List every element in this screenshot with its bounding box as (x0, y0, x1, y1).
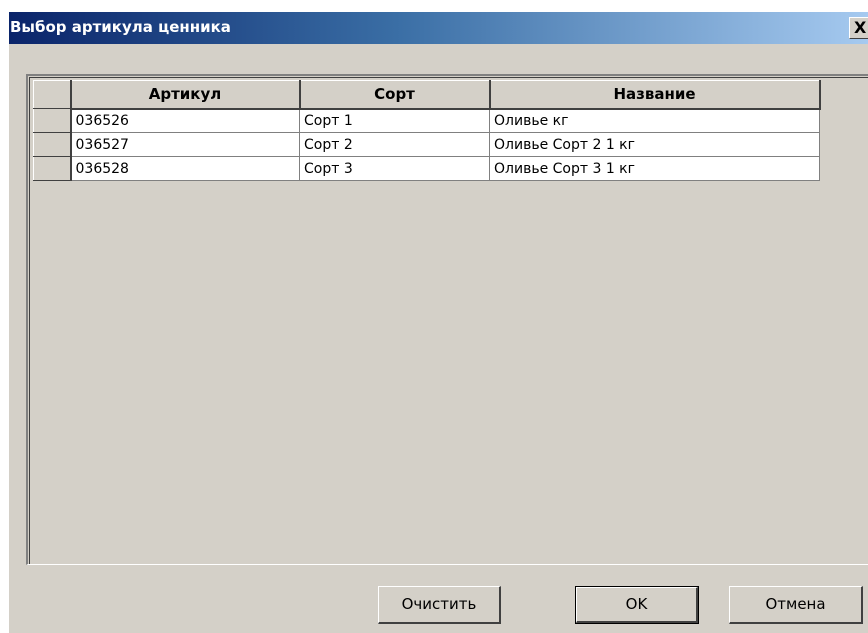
table-row[interactable]: 036527 Сорт 2 Оливье Сорт 2 1 кг (33, 132, 820, 157)
article-grid[interactable]: Артикул Сорт Название 036526 Сорт 1 Олив… (26, 74, 868, 565)
cell-name[interactable]: Оливье Сорт 2 1 кг (489, 132, 820, 157)
title-bar[interactable]: Выбор артикула ценника X (9, 12, 868, 44)
article-table[interactable]: Артикул Сорт Название 036526 Сорт 1 Олив… (33, 80, 821, 181)
table-header-row: Артикул Сорт Название (33, 80, 821, 110)
row-indicator[interactable] (33, 108, 72, 133)
cancel-button[interactable]: Отмена (729, 586, 863, 624)
cell-article[interactable]: 036528 (70, 156, 300, 181)
cell-article[interactable]: 036526 (70, 108, 300, 133)
ok-button-label: OK (576, 587, 698, 623)
cell-grade[interactable]: Сорт 3 (299, 156, 490, 181)
cell-name[interactable]: Оливье Сорт 3 1 кг (489, 156, 820, 181)
cell-grade[interactable]: Сорт 2 (299, 132, 490, 157)
column-header-name[interactable]: Название (489, 80, 821, 110)
clear-button[interactable]: Очистить (378, 586, 501, 624)
column-header-grade[interactable]: Сорт (299, 80, 491, 110)
column-header-article[interactable]: Артикул (70, 80, 301, 110)
row-indicator[interactable] (33, 156, 72, 181)
cell-name[interactable]: Оливье кг (489, 108, 820, 133)
ok-button[interactable]: OK (575, 586, 699, 624)
article-select-dialog: Выбор артикула ценника X Артикул Сорт На… (8, 11, 868, 633)
header-indicator-cell[interactable] (33, 80, 72, 109)
table-row[interactable]: 036526 Сорт 1 Оливье кг (33, 108, 820, 133)
row-indicator[interactable] (33, 132, 72, 157)
cell-grade[interactable]: Сорт 1 (299, 108, 490, 133)
table-row[interactable]: 036528 Сорт 3 Оливье Сорт 3 1 кг (33, 156, 820, 181)
cell-article[interactable]: 036527 (70, 132, 300, 157)
grid-inner-border: Артикул Сорт Название 036526 Сорт 1 Олив… (29, 77, 868, 564)
dialog-title: Выбор артикула ценника (10, 18, 231, 36)
close-icon: X (854, 18, 867, 37)
close-button[interactable]: X (849, 17, 868, 39)
